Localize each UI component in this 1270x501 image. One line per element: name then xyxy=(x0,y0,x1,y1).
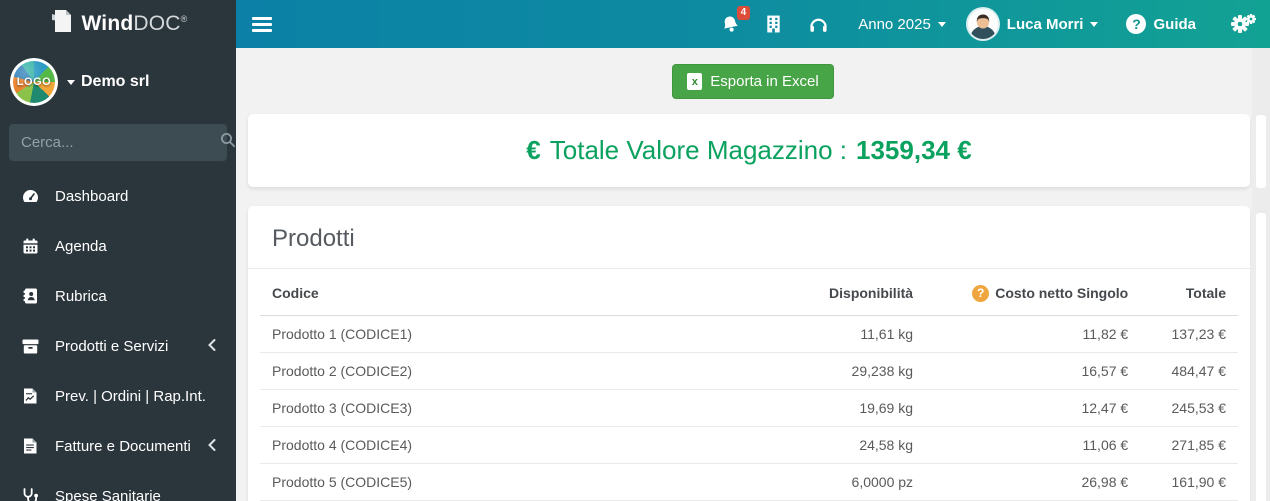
archive-box-icon xyxy=(20,339,40,354)
sidebar-item-prodotti-servizi[interactable]: Prodotti e Servizi xyxy=(0,321,236,371)
winddoc-document-icon xyxy=(48,8,74,41)
total-value-banner: € Totale Valore Magazzino : 1359,34 € xyxy=(248,114,1250,187)
sidebar-item-label: Fatture e Documenti xyxy=(55,437,191,455)
chevron-down-icon xyxy=(937,21,946,27)
calendar-icon xyxy=(20,238,40,254)
sidebar-item-label: Spese Sanitarie xyxy=(55,487,161,501)
scrollbar-segment xyxy=(1256,213,1266,501)
products-title: Prodotti xyxy=(272,225,355,252)
cell-codice: Prodotto 2 (CODICE2) xyxy=(260,352,710,390)
cell-codice: Prodotto 4 (CODICE4) xyxy=(260,426,710,464)
sidebar: WindDOC® LOGO Demo srl Dashboard xyxy=(0,0,236,501)
table-row[interactable]: Prodotto 3 (CODICE3) 19,69 kg 12,47 € 24… xyxy=(260,389,1238,427)
main-content: x Esporta in Excel € Totale Valore Magaz… xyxy=(236,48,1270,501)
chevron-down-icon xyxy=(1090,21,1099,27)
year-selector[interactable]: Anno 2025 xyxy=(858,16,946,33)
search-icon[interactable] xyxy=(220,132,236,153)
cell-disponibilita: 11,61 kg xyxy=(709,315,926,353)
products-table-wrap: Codice Disponibilità ? Costo netto Singol… xyxy=(248,269,1250,501)
cell-disponibilita: 29,238 kg xyxy=(709,352,926,390)
cell-disponibilita: 6,0000 pz xyxy=(709,463,926,501)
scrollbar-segment xyxy=(1256,115,1266,188)
products-card: Prodotti Codice Disponibilità ? Costo net… xyxy=(248,206,1250,501)
products-table-body: Prodotto 1 (CODICE1) 11,61 kg 11,82 € 13… xyxy=(260,315,1238,501)
table-row[interactable]: Prodotto 5 (CODICE5) 6,0000 pz 26,98 € 1… xyxy=(260,463,1238,501)
column-totale: Totale xyxy=(1140,269,1238,316)
topbar-right: 4 Anno 2025 Luca Morri ? Guida xyxy=(721,0,1270,48)
sidebar-item-rubrica[interactable]: Rubrica xyxy=(0,271,236,321)
company-name[interactable]: Demo srl xyxy=(67,73,149,91)
sidebar-item-label: Rubrica xyxy=(55,287,107,305)
total-value: 1359,34 € xyxy=(856,135,972,165)
stethoscope-icon xyxy=(20,488,40,501)
dashboard-gauge-icon xyxy=(20,189,40,204)
chevron-left-icon xyxy=(208,438,216,455)
table-row[interactable]: Prodotto 4 (CODICE4) 24,58 kg 11,06 € 27… xyxy=(260,426,1238,464)
column-costo-netto: ? Costo netto Singolo xyxy=(925,269,1141,316)
sidebar-item-label: Agenda xyxy=(55,237,107,255)
chevron-down-icon xyxy=(67,79,75,85)
column-codice: Codice xyxy=(260,269,710,316)
cell-totale: 245,53 € xyxy=(1140,389,1238,427)
table-row[interactable]: Prodotto 2 (CODICE2) 29,238 kg 16,57 € 4… xyxy=(260,352,1238,390)
cell-disponibilita: 24,58 kg xyxy=(709,426,926,464)
document-icon xyxy=(20,438,40,454)
question-circle-icon: ? xyxy=(1126,14,1147,34)
cell-costo-netto: 11,06 € xyxy=(925,426,1141,464)
cell-totale: 137,23 € xyxy=(1140,315,1238,353)
sidebar-item-agenda[interactable]: Agenda xyxy=(0,221,236,271)
column-disponibilita: Disponibilità xyxy=(709,269,926,316)
user-menu[interactable]: Luca Morri xyxy=(1007,16,1099,33)
sidebar-item-label: Prodotti e Servizi xyxy=(55,337,169,355)
cell-codice: Prodotto 1 (CODICE1) xyxy=(260,315,710,353)
address-book-icon xyxy=(20,288,40,304)
cell-costo-netto: 12,47 € xyxy=(925,389,1141,427)
sidebar-item-fatture-documenti[interactable]: Fatture e Documenti xyxy=(0,421,236,471)
products-table: Codice Disponibilità ? Costo netto Singol… xyxy=(260,269,1238,501)
cell-costo-netto: 16,57 € xyxy=(925,352,1141,390)
settings-gears-button[interactable] xyxy=(1230,13,1256,35)
export-excel-button[interactable]: x Esporta in Excel xyxy=(672,64,834,99)
cell-disponibilita: 19,69 kg xyxy=(709,389,926,427)
cell-totale: 484,47 € xyxy=(1140,352,1238,390)
table-header-row: Codice Disponibilità ? Costo netto Singol… xyxy=(260,269,1238,316)
account-switcher[interactable]: LOGO Demo srl xyxy=(0,48,236,112)
support-headphones-button[interactable] xyxy=(809,16,828,33)
help-tooltip-icon[interactable]: ? xyxy=(972,284,990,302)
brand-logo[interactable]: WindDOC® xyxy=(0,0,236,48)
sidebar-item-dashboard[interactable]: Dashboard xyxy=(0,171,236,221)
sidebar-nav: Dashboard Agenda Rubrica Prodotti e Serv… xyxy=(0,171,236,501)
excel-file-icon: x xyxy=(687,73,703,90)
cell-totale: 161,90 € xyxy=(1140,463,1238,501)
sidebar-item-label: Dashboard xyxy=(55,187,129,205)
cell-costo-netto: 11,82 € xyxy=(925,315,1141,353)
scrollbar[interactable] xyxy=(1252,48,1270,501)
search-input[interactable] xyxy=(21,134,220,151)
export-area: x Esporta in Excel xyxy=(236,48,1270,99)
company-building-button[interactable] xyxy=(766,15,781,33)
total-label: Totale Valore Magazzino : xyxy=(549,135,848,165)
sidebar-item-prev-ordini[interactable]: Prev. | Ordini | Rap.Int. xyxy=(0,371,236,421)
notification-badge: 4 xyxy=(736,5,751,20)
hamburger-menu-icon[interactable] xyxy=(252,14,272,35)
table-row[interactable]: Prodotto 1 (CODICE1) 11,61 kg 11,82 € 13… xyxy=(260,315,1238,353)
help-button[interactable]: ? Guida xyxy=(1126,14,1196,34)
file-chart-icon xyxy=(20,388,40,404)
sidebar-item-label: Prev. | Ordini | Rap.Int. xyxy=(55,387,206,405)
brand-name: WindDOC® xyxy=(81,12,188,35)
notifications-button[interactable]: 4 xyxy=(721,5,751,34)
user-avatar[interactable] xyxy=(967,9,998,39)
sidebar-item-spese-sanitarie[interactable]: Spese Sanitarie xyxy=(0,471,236,501)
euro-icon: € xyxy=(526,135,541,165)
sidebar-search[interactable] xyxy=(9,124,236,161)
cell-codice: Prodotto 5 (CODICE5) xyxy=(260,463,710,501)
cell-costo-netto: 26,98 € xyxy=(925,463,1141,501)
cell-codice: Prodotto 3 (CODICE3) xyxy=(260,389,710,427)
chevron-left-icon xyxy=(208,338,216,355)
products-card-header: Prodotti xyxy=(248,206,1250,269)
cell-totale: 271,85 € xyxy=(1140,426,1238,464)
company-logo-avatar: LOGO xyxy=(10,58,58,106)
app-window: WindDOC® LOGO Demo srl Dashboard xyxy=(0,0,1270,501)
topbar: 4 Anno 2025 Luca Morri ? Guida xyxy=(236,0,1270,48)
